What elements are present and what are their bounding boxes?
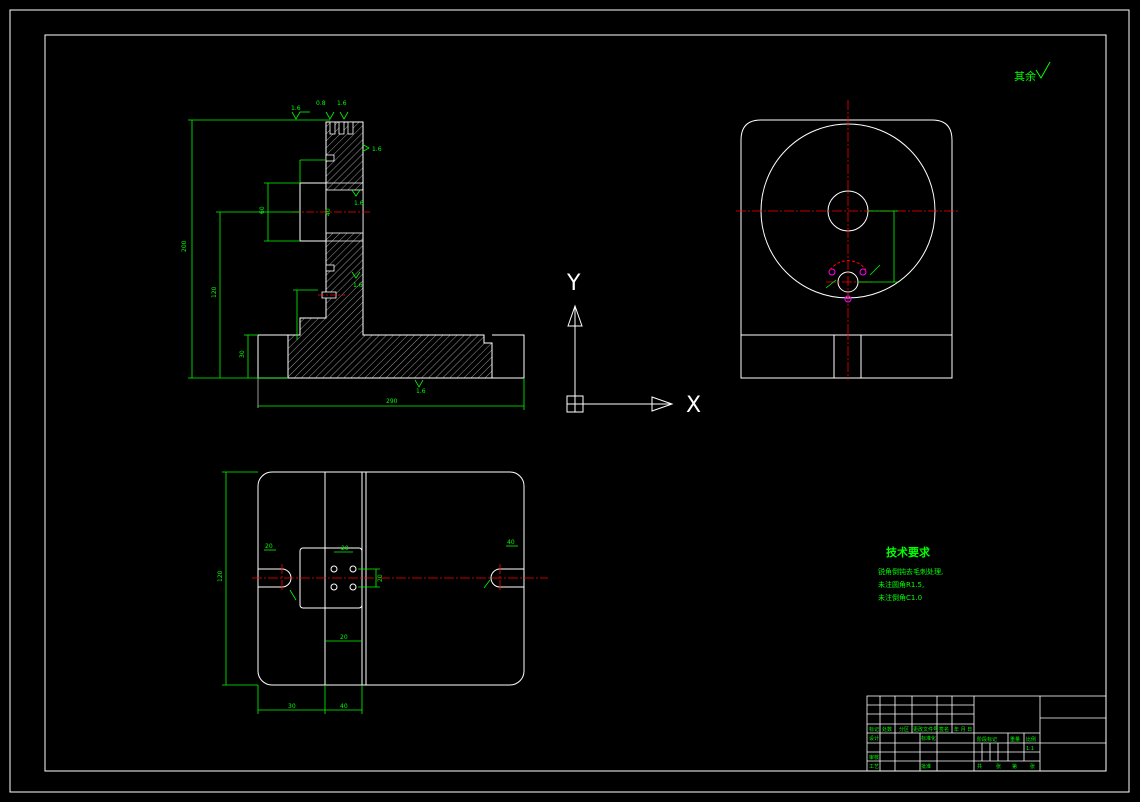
side-dimensions — [825, 210, 898, 289]
svg-text:1.6: 1.6 — [291, 105, 301, 112]
svg-text:120: 120 — [211, 286, 218, 298]
svg-text:处数: 处数 — [882, 726, 892, 733]
svg-text:更改文件号: 更改文件号 — [913, 726, 938, 733]
top-dimensions — [222, 471, 518, 714]
top-view — [257, 471, 525, 686]
svg-text:1:1: 1:1 — [1026, 746, 1034, 752]
front-section-view — [257, 121, 525, 408]
svg-text:标记: 标记 — [869, 726, 879, 733]
svg-text:60: 60 — [259, 206, 266, 214]
svg-text:张: 张 — [996, 763, 1001, 770]
svg-text:40: 40 — [325, 208, 332, 216]
svg-text:批准: 批准 — [921, 763, 931, 770]
svg-text:阶段标记: 阶段标记 — [977, 736, 997, 743]
svg-text:重量: 重量 — [1010, 736, 1020, 743]
svg-text:1.6: 1.6 — [416, 388, 426, 395]
svg-text:40: 40 — [507, 539, 515, 546]
svg-text:签名: 签名 — [939, 726, 949, 733]
svg-text:290: 290 — [386, 398, 398, 405]
svg-text:分区: 分区 — [899, 726, 909, 733]
roughness-note: 其余 — [1014, 69, 1036, 83]
svg-text:1.6: 1.6 — [372, 146, 382, 153]
svg-text:共: 共 — [977, 763, 982, 770]
cad-drawing: 1.6 0.8 1.6 1.6 1.6 1.6 1.6 200 120 60 3… — [9, 9, 1130, 793]
ucs-x-label: X — [686, 393, 701, 418]
svg-text:20: 20 — [340, 634, 348, 641]
svg-text:120: 120 — [217, 570, 224, 582]
title-block — [866, 695, 1107, 772]
tech-requirements-title: 技术要求 — [886, 545, 931, 559]
svg-text:30: 30 — [239, 350, 246, 358]
tech-requirement-line: 未注倒角C1.0 — [878, 593, 922, 602]
ucs-icon — [566, 304, 674, 413]
ucs-y-label: Y — [566, 271, 581, 296]
svg-text:200: 200 — [181, 240, 188, 252]
top-centerlines — [252, 564, 548, 592]
side-view — [740, 119, 953, 379]
svg-text:30: 30 — [288, 703, 296, 710]
tech-requirement-line: 锐角倒钝去毛刺处理, — [878, 567, 943, 576]
svg-text:1.6: 1.6 — [354, 200, 364, 207]
tech-requirement-line: 未注圆角R1.5, — [878, 580, 924, 589]
svg-text:20: 20 — [377, 574, 384, 582]
svg-text:1.6: 1.6 — [337, 100, 347, 107]
svg-text:张: 张 — [1030, 763, 1035, 770]
svg-text:1.6: 1.6 — [353, 282, 363, 289]
svg-text:设计: 设计 — [869, 735, 879, 742]
svg-text:年 月 日: 年 月 日 — [954, 726, 972, 733]
outer-border — [9, 9, 1130, 793]
roughness-symbol-icon — [1035, 61, 1051, 79]
svg-text:40: 40 — [340, 703, 348, 710]
side-centerlines — [736, 100, 960, 380]
svg-text:工艺: 工艺 — [869, 764, 879, 770]
svg-text:标准化: 标准化 — [921, 735, 936, 742]
svg-text:审核: 审核 — [869, 754, 879, 761]
svg-text:20: 20 — [265, 543, 273, 550]
svg-text:第: 第 — [1012, 763, 1017, 770]
svg-text:20: 20 — [341, 545, 349, 552]
svg-text:比例: 比例 — [1026, 736, 1036, 743]
svg-text:0.8: 0.8 — [316, 100, 326, 107]
